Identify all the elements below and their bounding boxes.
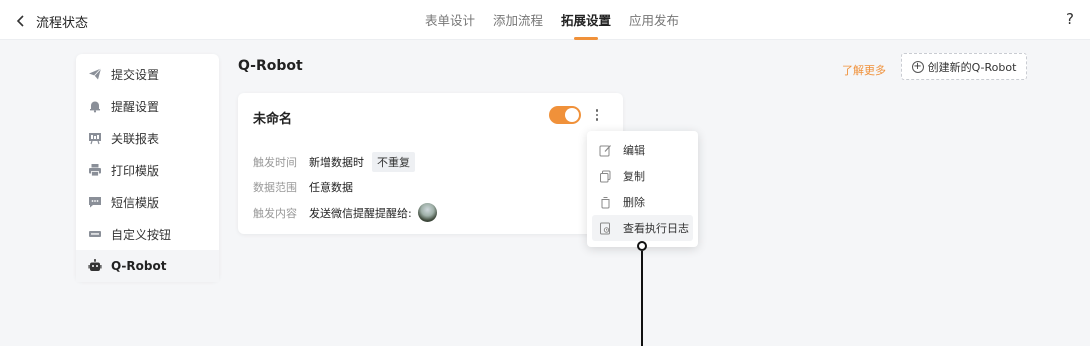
sidebar-item-label: 短信模版 [111, 195, 160, 210]
sidebar-item-label: 打印模版 [111, 163, 160, 178]
data-range-row: 数据范围 任意数据 [253, 179, 353, 195]
chevron-left-icon [14, 14, 28, 28]
toggle-knob [565, 108, 579, 122]
pointer-marker [637, 241, 647, 251]
menu-item-label: 查看执行日志 [623, 222, 689, 235]
menu-item-edit[interactable]: 编辑 [592, 137, 693, 163]
tab-extension-settings[interactable]: 拓展设置 [561, 0, 611, 40]
more-options-icon[interactable] [590, 105, 604, 125]
trigger-time-value: 新增数据时 [309, 156, 364, 169]
menu-item-label: 删除 [623, 196, 645, 209]
pointer-line [641, 251, 643, 346]
back-button[interactable]: 流程状态 [14, 11, 104, 31]
tab-add-process[interactable]: 添加流程 [493, 0, 543, 40]
trigger-time-tag: 不重复 [372, 152, 415, 172]
create-q-robot-button[interactable]: + 创建新的Q-Robot [901, 53, 1027, 80]
settings-sidebar: 提交设置 提醒设置 关联报表 打印模版 短信模版 自定义按钮 Q-Robot [76, 54, 219, 282]
menu-item-view-log[interactable]: 查看执行日志 [592, 215, 693, 241]
sidebar-item-print-template[interactable]: 打印模版 [76, 154, 219, 186]
message-icon [88, 195, 102, 209]
robot-card: 未命名 触发时间 新增数据时 不重复 数据范围 任意数据 触发内容 发送微信提醒… [238, 93, 623, 234]
plus-circle-icon: + [911, 60, 924, 73]
tab-form-design[interactable]: 表单设计 [425, 0, 475, 40]
menu-item-label: 复制 [623, 170, 645, 183]
page-title: 流程状态 [36, 15, 89, 31]
menu-item-label: 编辑 [623, 144, 645, 157]
tab-app-publish[interactable]: 应用发布 [629, 0, 679, 40]
printer-icon [88, 163, 102, 177]
learn-more-link[interactable]: 了解更多 [842, 62, 886, 78]
copy-icon [599, 170, 612, 183]
sidebar-item-label: Q-Robot [111, 259, 167, 273]
sidebar-item-q-robot[interactable]: Q-Robot [76, 250, 219, 282]
paper-plane-icon [88, 67, 102, 81]
avatar [417, 203, 437, 222]
sidebar-item-label: 关联报表 [111, 131, 160, 146]
custom-button-icon [88, 227, 102, 241]
sidebar-item-sms-template[interactable]: 短信模版 [76, 186, 219, 218]
trigger-content-value: 发送微信提醒提醒给: [309, 206, 412, 220]
trash-icon [599, 196, 612, 209]
sidebar-item-custom-button[interactable]: 自定义按钮 [76, 218, 219, 250]
trigger-content-row: 触发内容 发送微信提醒提醒给: [253, 203, 437, 222]
sidebar-item-label: 自定义按钮 [111, 227, 172, 242]
data-range-value: 任意数据 [309, 181, 353, 194]
edit-icon [599, 144, 612, 157]
top-bar: 流程状态 表单设计 添加流程 拓展设置 应用发布 ? [0, 0, 1090, 40]
more-options-menu: 编辑 复制 删除 查看执行日志 [587, 131, 698, 247]
section-title: Q-Robot [238, 58, 303, 74]
report-icon [88, 131, 102, 145]
log-icon [599, 222, 612, 235]
trigger-time-label: 触发时间 [253, 156, 297, 169]
robot-icon [88, 259, 102, 273]
enable-toggle[interactable] [549, 106, 581, 124]
menu-item-copy[interactable]: 复制 [592, 163, 693, 189]
sidebar-item-label: 提交设置 [111, 67, 160, 82]
help-button[interactable]: ? [1066, 10, 1074, 28]
data-range-label: 数据范围 [253, 181, 297, 194]
trigger-content-label: 触发内容 [253, 206, 297, 220]
sidebar-item-reminder-settings[interactable]: 提醒设置 [76, 90, 219, 122]
menu-item-delete[interactable]: 删除 [592, 189, 693, 215]
tab-bar: 表单设计 添加流程 拓展设置 应用发布 [425, 0, 697, 40]
sidebar-item-submit-settings[interactable]: 提交设置 [76, 58, 219, 90]
robot-name: 未命名 [253, 112, 293, 127]
sidebar-item-label: 提醒设置 [111, 99, 160, 114]
sidebar-item-linked-report[interactable]: 关联报表 [76, 122, 219, 154]
bell-icon [88, 99, 102, 113]
create-button-label: 创建新的Q-Robot [927, 60, 1017, 74]
trigger-time-row: 触发时间 新增数据时 不重复 [253, 152, 415, 172]
